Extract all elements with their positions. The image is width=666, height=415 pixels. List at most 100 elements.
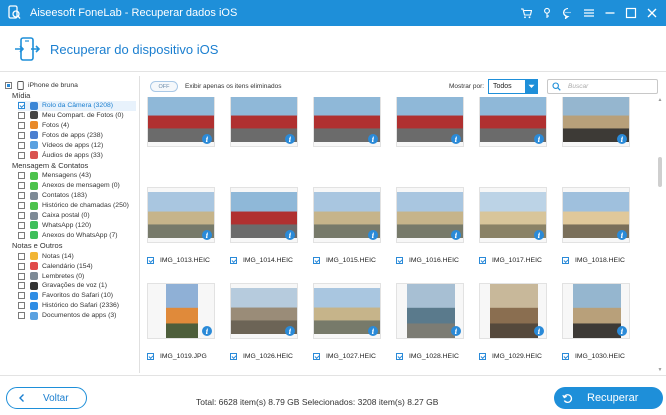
tree-item-checkbox[interactable] [18,151,25,159]
tree-item[interactable]: Anexos do WhatsApp (7) [18,230,118,240]
minimize-icon[interactable] [604,7,616,19]
photo-item[interactable]: i IMG_1013.HEIC [142,183,218,279]
photo-item[interactable]: i IMG_1030.HEIC [557,279,633,373]
tree-item-checkbox[interactable] [18,272,25,280]
tree-item-checkbox[interactable] [18,172,25,180]
photo-item[interactable]: i IMG_1026.HEIC [225,279,301,373]
key-icon[interactable] [541,7,553,19]
info-icon[interactable]: i [202,134,212,144]
photo-thumbnail[interactable]: i [230,283,298,339]
photo-checkbox[interactable] [479,257,486,264]
tree-item-checkbox[interactable] [18,111,25,119]
info-icon[interactable]: i [285,230,295,240]
info-icon[interactable]: i [368,326,378,336]
photo-checkbox[interactable] [230,353,237,360]
photo-item[interactable]: i [142,97,218,183]
tree-item[interactable]: Documentos de apps (3) [18,311,116,321]
photo-thumbnail[interactable]: i [147,283,215,339]
tree-item-checkbox[interactable] [18,262,25,270]
tree-item[interactable]: Gravações de voz (1) [18,281,107,291]
photo-thumbnail[interactable]: i [230,187,298,243]
close-icon[interactable] [646,7,658,19]
device-row[interactable]: iPhone de bruna [5,80,78,90]
photo-item[interactable]: i IMG_1028.HEIC [391,279,467,373]
tree-item-checkbox[interactable] [18,221,25,229]
tree-item-checkbox[interactable] [18,121,25,129]
tree-item[interactable]: Áudios de apps (33) [18,150,103,160]
tree-item[interactable]: Anexos de mensagem (0) [18,181,120,191]
info-icon[interactable]: i [451,326,461,336]
photo-thumbnail[interactable]: i [396,187,464,243]
info-icon[interactable]: i [285,326,295,336]
photo-item[interactable]: i [225,97,301,183]
photo-thumbnail[interactable]: i [147,187,215,243]
photo-thumbnail[interactable]: i [562,187,630,243]
tree-item-checkbox[interactable] [18,231,25,239]
tree-item[interactable]: Lembretes (0) [18,271,84,281]
device-checkbox[interactable] [5,81,12,89]
info-icon[interactable]: i [451,230,461,240]
info-icon[interactable]: i [451,134,461,144]
photo-item[interactable]: i [391,97,467,183]
photo-item[interactable]: i [308,97,384,183]
photo-checkbox[interactable] [147,257,154,264]
photo-thumbnail[interactable]: i [562,283,630,339]
scrollbar-thumb[interactable] [658,157,662,187]
menu-icon[interactable] [583,7,595,19]
photo-thumbnail[interactable]: i [313,187,381,243]
tree-item[interactable]: Histórico de chamadas (250) [18,201,129,211]
tree-item[interactable]: Contatos (183) [18,191,87,201]
tree-item-checkbox[interactable] [18,182,25,190]
info-icon[interactable]: i [368,230,378,240]
tree-item[interactable]: Meu Compart. de Fotos (0) [18,110,124,120]
photo-checkbox[interactable] [230,257,237,264]
cart-icon[interactable] [520,7,532,19]
tree-item-checkbox[interactable] [18,312,25,320]
back-button[interactable]: Voltar [6,387,87,409]
tree-item-checkbox[interactable] [18,131,25,139]
photo-thumbnail[interactable]: i [479,97,547,147]
photo-thumbnail[interactable]: i [313,283,381,339]
search-box[interactable]: Buscar [547,79,658,94]
info-icon[interactable]: i [534,134,544,144]
info-icon[interactable]: i [202,230,212,240]
photo-item[interactable]: i IMG_1029.HEIC [474,279,550,373]
tree-item[interactable]: Notas (14) [18,251,74,261]
photo-checkbox[interactable] [147,353,154,360]
info-icon[interactable]: i [534,230,544,240]
photo-checkbox[interactable] [396,257,403,264]
photo-item[interactable]: i IMG_1017.HEIC [474,183,550,279]
info-icon[interactable]: i [285,134,295,144]
photo-thumbnail[interactable]: i [396,97,464,147]
photo-thumbnail[interactable]: i [479,187,547,243]
photo-checkbox[interactable] [562,353,569,360]
photo-item[interactable]: i IMG_1016.HEIC [391,183,467,279]
info-icon[interactable]: i [617,134,627,144]
tree-item[interactable]: WhatsApp (120) [18,220,91,230]
info-icon[interactable]: i [617,230,627,240]
grid-scrollbar[interactable]: ▲ ▼ [656,97,664,373]
info-icon[interactable]: i [202,326,212,336]
photo-checkbox[interactable] [313,257,320,264]
photo-checkbox[interactable] [313,353,320,360]
photo-thumbnail[interactable]: i [147,97,215,147]
only-deleted-toggle[interactable]: OFF [150,81,178,92]
photo-item[interactable]: i IMG_1027.HEIC [308,279,384,373]
scroll-up-icon[interactable]: ▲ [657,97,663,103]
tree-item[interactable]: Mensagens (43) [18,171,91,181]
info-icon[interactable]: i [617,326,627,336]
photo-thumbnail[interactable]: i [479,283,547,339]
photo-thumbnail[interactable]: i [562,97,630,147]
photo-item[interactable]: i IMG_1018.HEIC [557,183,633,279]
tree-item-checkbox[interactable] [18,192,25,200]
tree-item-checkbox[interactable] [18,292,25,300]
tree-item-checkbox[interactable] [18,102,25,109]
photo-item[interactable]: i IMG_1014.HEIC [225,183,301,279]
info-icon[interactable]: i [368,134,378,144]
tree-item[interactable]: Vídeos de apps (12) [18,140,103,150]
tree-item-checkbox[interactable] [18,212,25,219]
scroll-down-icon[interactable]: ▼ [657,367,663,373]
photo-thumbnail[interactable]: i [313,97,381,147]
info-icon[interactable]: i [534,326,544,336]
photo-item[interactable]: i [474,97,550,183]
